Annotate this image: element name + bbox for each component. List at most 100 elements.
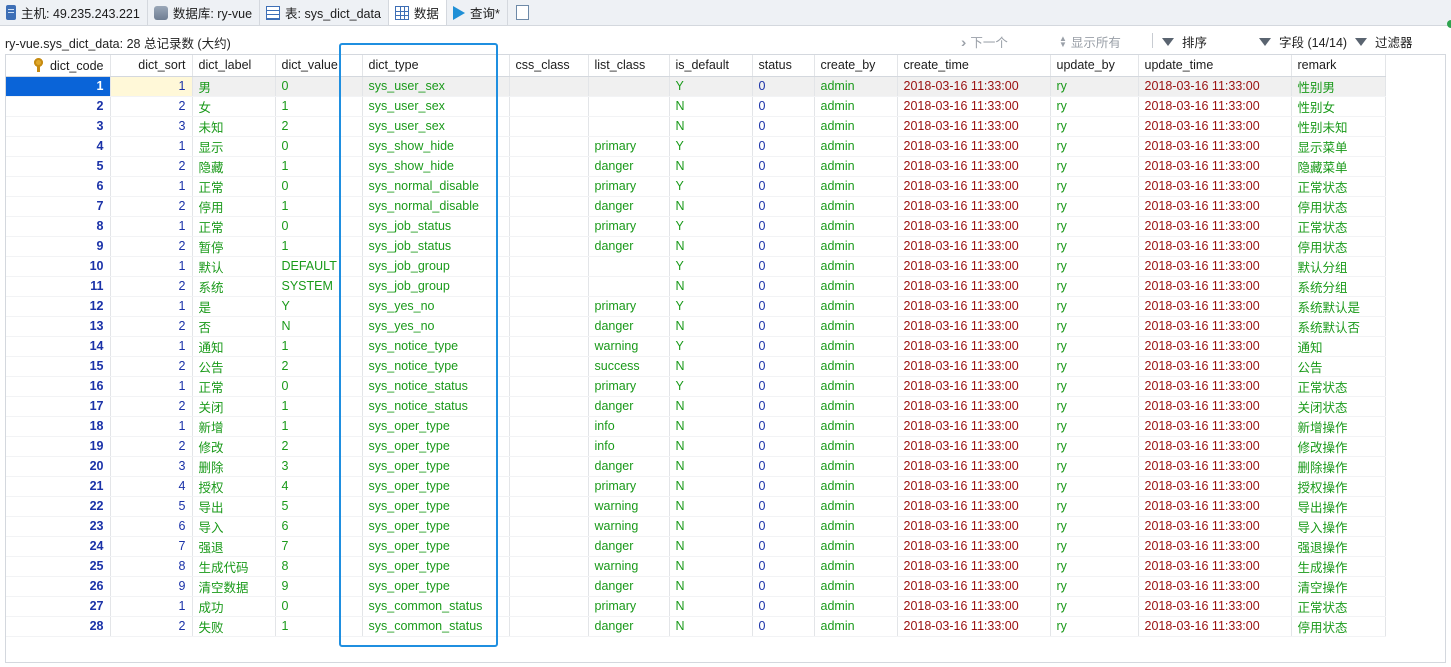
cell-dict-type[interactable]: sys_common_status	[362, 616, 510, 637]
cell-dict-label[interactable]: 导出	[192, 496, 276, 517]
table-row[interactable]: 6 1 正常 0 sys_normal_disable primary Y 0 admin 201…	[6, 176, 1386, 197]
table-row[interactable]: 7 2 停用 1 sys_normal_disable danger N 0 admin 2018…	[6, 196, 1386, 217]
cell-css-class[interactable]	[509, 136, 589, 157]
cell-is-default[interactable]: N	[669, 476, 753, 497]
cell-dict-label[interactable]: 显示	[192, 136, 276, 157]
table-row[interactable]: 26 9 清空数据 9 sys_oper_type danger N 0 admin 2018-0…	[6, 576, 1386, 597]
cell-update-by[interactable]: ry	[1050, 96, 1139, 117]
cell-list-class[interactable]: warning	[588, 516, 670, 537]
cell-dict-sort[interactable]: 9	[110, 576, 193, 597]
cell-css-class[interactable]	[509, 476, 589, 497]
cell-dict-value[interactable]: 2	[275, 436, 363, 457]
cell-dict-type[interactable]: sys_yes_no	[362, 316, 510, 337]
cell-dict-label[interactable]: 清空数据	[192, 576, 276, 597]
cell-dict-label[interactable]: 未知	[192, 116, 276, 137]
cell-dict-sort[interactable]: 2	[110, 436, 193, 457]
cell-dict-label[interactable]: 隐藏	[192, 156, 276, 177]
cell-dict-code[interactable]: 7	[6, 196, 111, 217]
cell-dict-value[interactable]: 1	[275, 396, 363, 417]
cell-is-default[interactable]: N	[669, 356, 753, 377]
cell-list-class[interactable]: warning	[588, 336, 670, 357]
cell-status[interactable]: 0	[752, 176, 815, 197]
cell-dict-type[interactable]: sys_user_sex	[362, 116, 510, 137]
cell-dict-type[interactable]: sys_notice_status	[362, 376, 510, 397]
cell-update-time[interactable]: 2018-03-16 11:33:00	[1138, 356, 1292, 377]
cell-create-by[interactable]: admin	[814, 256, 898, 277]
cell-remark[interactable]: 正常状态	[1291, 596, 1386, 617]
cell-create-by[interactable]: admin	[814, 236, 898, 257]
fields-button[interactable]: 字段 (14/14)	[1259, 32, 1347, 51]
cell-list-class[interactable]: primary	[588, 476, 670, 497]
cell-dict-code[interactable]: 27	[6, 596, 111, 617]
cell-remark[interactable]: 性别女	[1291, 96, 1386, 117]
cell-create-time[interactable]: 2018-03-16 11:33:00	[897, 556, 1051, 577]
cell-css-class[interactable]	[509, 176, 589, 197]
cell-create-time[interactable]: 2018-03-16 11:33:00	[897, 576, 1051, 597]
cell-remark[interactable]: 隐藏菜单	[1291, 156, 1386, 177]
table-row[interactable]: 13 2 否 Nsys_yes_no danger N 0 admin 2018-03-16 1…	[6, 316, 1386, 337]
cell-remark[interactable]: 性别未知	[1291, 116, 1386, 137]
cell-dict-code[interactable]: 20	[6, 456, 111, 477]
cell-css-class[interactable]	[509, 96, 589, 117]
table-row[interactable]: 3 3 未知 2 sys_user_sex N 0 admin 2018-03-16 11:33…	[6, 116, 1386, 137]
table-row[interactable]: 16 1 正常 0 sys_notice_status primary Y 0 admin 201…	[6, 376, 1386, 397]
table-row[interactable]: 27 1 成功 0 sys_common_status primary N 0 admin 201…	[6, 596, 1386, 617]
cell-status[interactable]: 0	[752, 136, 815, 157]
cell-list-class[interactable]	[588, 116, 670, 137]
cell-dict-value[interactable]: SYSTEM	[275, 276, 363, 297]
cell-status[interactable]: 0	[752, 76, 815, 97]
cell-status[interactable]: 0	[752, 576, 815, 597]
cell-css-class[interactable]	[509, 336, 589, 357]
cell-create-by[interactable]: admin	[814, 276, 898, 297]
cell-css-class[interactable]	[509, 456, 589, 477]
column-header-list-class[interactable]: list_class	[588, 55, 670, 77]
cell-dict-sort[interactable]: 8	[110, 556, 193, 577]
cell-update-by[interactable]: ry	[1050, 376, 1139, 397]
cell-dict-type[interactable]: sys_notice_status	[362, 396, 510, 417]
cell-list-class[interactable]	[588, 96, 670, 117]
cell-dict-label[interactable]: 新增	[192, 416, 276, 437]
cell-update-by[interactable]: ry	[1050, 336, 1139, 357]
cell-dict-code[interactable]: 6	[6, 176, 111, 197]
cell-dict-sort[interactable]: 4	[110, 476, 193, 497]
cell-css-class[interactable]	[509, 596, 589, 617]
table-row[interactable]: 22 5 导出 5 sys_oper_type warning N 0 admin 2018-03…	[6, 496, 1386, 517]
cell-create-by[interactable]: admin	[814, 356, 898, 377]
cell-remark[interactable]: 显示菜单	[1291, 136, 1386, 157]
cell-dict-code[interactable]: 21	[6, 476, 111, 497]
column-header-dict-sort[interactable]: dict_sort	[110, 55, 193, 77]
cell-update-time[interactable]: 2018-03-16 11:33:00	[1138, 216, 1292, 237]
cell-create-time[interactable]: 2018-03-16 11:33:00	[897, 276, 1051, 297]
cell-dict-value[interactable]: 0	[275, 376, 363, 397]
cell-remark[interactable]: 停用状态	[1291, 196, 1386, 217]
cell-create-by[interactable]: admin	[814, 456, 898, 477]
cell-update-time[interactable]: 2018-03-16 11:33:00	[1138, 196, 1292, 217]
cell-update-by[interactable]: ry	[1050, 596, 1139, 617]
cell-dict-sort[interactable]: 1	[110, 336, 193, 357]
cell-update-time[interactable]: 2018-03-16 11:33:00	[1138, 376, 1292, 397]
cell-update-by[interactable]: ry	[1050, 276, 1139, 297]
cell-dict-type[interactable]: sys_oper_type	[362, 576, 510, 597]
cell-dict-type[interactable]: sys_oper_type	[362, 456, 510, 477]
cell-list-class[interactable]: danger	[588, 316, 670, 337]
cell-status[interactable]: 0	[752, 476, 815, 497]
cell-is-default[interactable]: N	[669, 576, 753, 597]
cell-update-time[interactable]: 2018-03-16 11:33:00	[1138, 236, 1292, 257]
cell-dict-label[interactable]: 正常	[192, 176, 276, 197]
cell-create-by[interactable]: admin	[814, 416, 898, 437]
table-row[interactable]: 12 1 是 Ysys_yes_no primary Y 0 admin 2018-03-16 …	[6, 296, 1386, 317]
cell-dict-code[interactable]: 24	[6, 536, 111, 557]
cell-update-time[interactable]: 2018-03-16 11:33:00	[1138, 76, 1292, 97]
column-header-status[interactable]: status	[752, 55, 815, 77]
cell-css-class[interactable]	[509, 436, 589, 457]
cell-list-class[interactable]: primary	[588, 596, 670, 617]
cell-dict-code[interactable]: 15	[6, 356, 111, 377]
cell-update-by[interactable]: ry	[1050, 476, 1139, 497]
cell-update-by[interactable]: ry	[1050, 296, 1139, 317]
cell-dict-code[interactable]: 8	[6, 216, 111, 237]
cell-dict-value[interactable]: DEFAULT	[275, 256, 363, 277]
cell-status[interactable]: 0	[752, 396, 815, 417]
cell-status[interactable]: 0	[752, 616, 815, 637]
cell-dict-code[interactable]: 25	[6, 556, 111, 577]
cell-dict-sort[interactable]: 1	[110, 416, 193, 437]
